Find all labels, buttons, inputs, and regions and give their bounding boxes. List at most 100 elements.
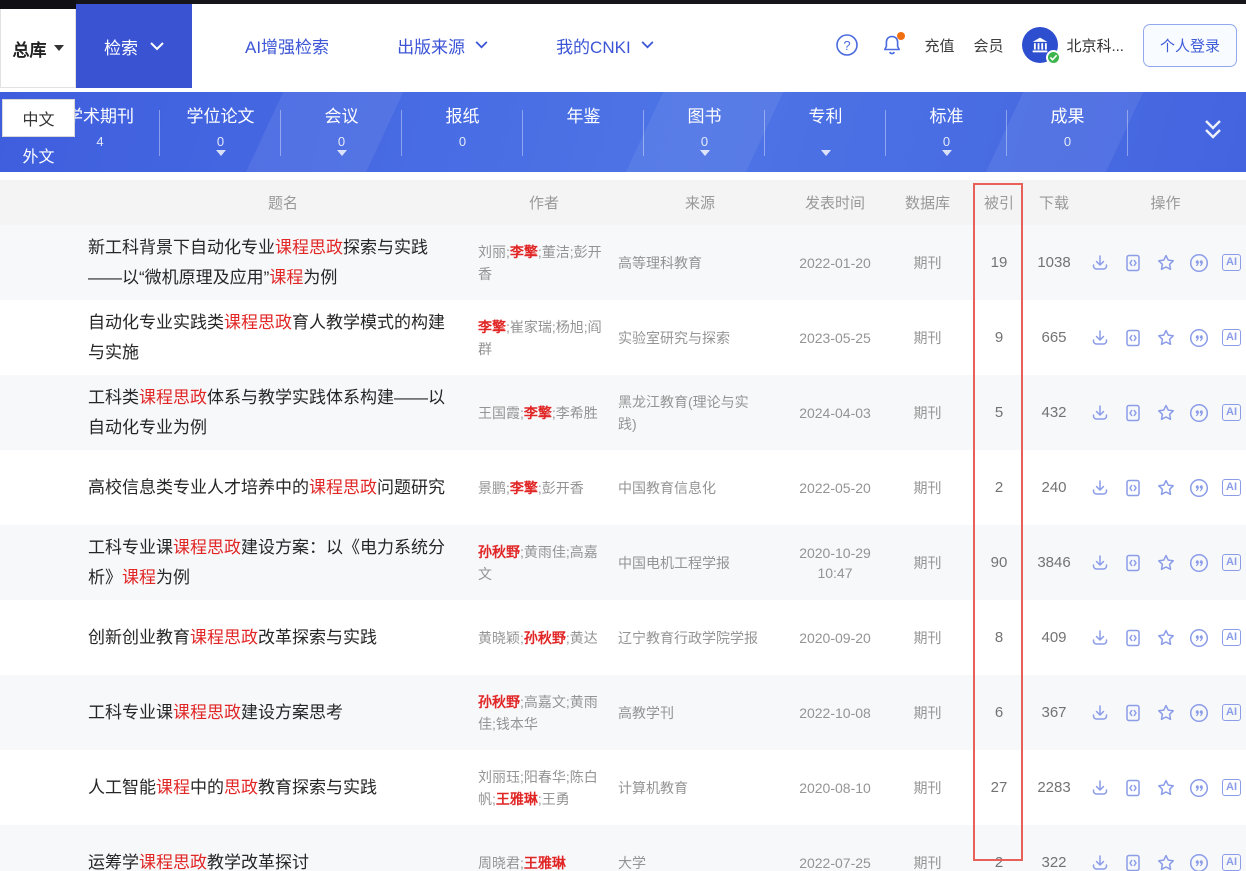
result-source[interactable]: 实验室研究与探索	[610, 327, 790, 349]
download-icon[interactable]	[1090, 478, 1110, 498]
header-cited[interactable]: 被引	[975, 192, 1023, 213]
result-cited-count[interactable]: 90	[975, 554, 1023, 571]
result-title-link[interactable]: 工科专业课课程思政建设方案思考	[88, 698, 478, 728]
db-tab-成果[interactable]: 成果 0	[1007, 92, 1128, 172]
lang-tab-foreign[interactable]: 外文	[2, 137, 75, 172]
header-pub-date[interactable]: 发表时间	[790, 192, 880, 213]
institution-avatar[interactable]	[1022, 27, 1062, 65]
result-authors[interactable]: 李擎;崔家瑞;杨旭;阎群	[478, 316, 610, 360]
result-title-link[interactable]: 高校信息类专业人才培养中的课程思政问题研究	[88, 473, 478, 503]
favorite-star-icon[interactable]	[1156, 853, 1176, 871]
db-tab-学位论文[interactable]: 学位论文 0	[160, 92, 281, 172]
result-source[interactable]: 中国教育信息化	[610, 477, 790, 499]
nav-my-cnki[interactable]: 我的CNKI	[556, 33, 654, 58]
download-icon[interactable]	[1090, 553, 1110, 573]
ai-icon[interactable]: AI	[1222, 554, 1241, 571]
more-tabs-chevron-icon[interactable]	[1198, 116, 1228, 151]
result-cited-count[interactable]: 27	[975, 779, 1023, 796]
html-read-icon[interactable]	[1123, 628, 1143, 648]
result-source[interactable]: 计算机教育	[610, 777, 790, 799]
html-read-icon[interactable]	[1123, 403, 1143, 423]
result-authors[interactable]: 景鹏;李擎;彭开香	[478, 477, 610, 499]
db-tab-会议[interactable]: 会议 0	[281, 92, 402, 172]
html-read-icon[interactable]	[1123, 703, 1143, 723]
result-title-link[interactable]: 工科专业课课程思政建设方案：以《电力系统分析》课程为例	[88, 533, 478, 593]
result-source[interactable]: 高教学刊	[610, 702, 790, 724]
result-title-link[interactable]: 自动化专业实践类课程思政育人教学模式的构建与实施	[88, 308, 478, 368]
library-selector[interactable]: 总库	[0, 8, 76, 88]
ai-icon[interactable]: AI	[1222, 479, 1241, 496]
cite-quote-icon[interactable]	[1189, 253, 1209, 273]
cite-quote-icon[interactable]	[1189, 478, 1209, 498]
db-tab-专利[interactable]: 专利	[765, 92, 886, 172]
cite-quote-icon[interactable]	[1189, 853, 1209, 871]
db-tab-标准[interactable]: 标准 0	[886, 92, 1007, 172]
result-title-link[interactable]: 创新创业教育课程思政改革探索与实践	[88, 623, 478, 653]
html-read-icon[interactable]	[1123, 253, 1143, 273]
result-source[interactable]: 大学	[610, 852, 790, 871]
ai-icon[interactable]: AI	[1222, 704, 1241, 721]
download-icon[interactable]	[1090, 328, 1110, 348]
header-author[interactable]: 作者	[478, 192, 610, 213]
member-link[interactable]: 会员	[973, 35, 1003, 56]
help-icon[interactable]: ?	[834, 32, 860, 58]
tab-search[interactable]: 检索	[76, 4, 192, 88]
result-cited-count[interactable]: 8	[975, 629, 1023, 646]
favorite-star-icon[interactable]	[1156, 778, 1176, 798]
result-source[interactable]: 中国电机工程学报	[610, 552, 790, 574]
result-authors[interactable]: 孙秋野;黄雨佳;高嘉文	[478, 541, 610, 585]
result-source[interactable]: 黑龙江教育(理论与实践)	[610, 391, 790, 435]
download-icon[interactable]	[1090, 703, 1110, 723]
cite-quote-icon[interactable]	[1189, 703, 1209, 723]
header-source[interactable]: 来源	[610, 192, 790, 213]
header-title[interactable]: 题名	[88, 192, 478, 213]
cite-quote-icon[interactable]	[1189, 553, 1209, 573]
result-cited-count[interactable]: 6	[975, 704, 1023, 721]
ai-icon[interactable]: AI	[1222, 779, 1241, 796]
result-authors[interactable]: 王国霞;李擎;李希胜	[478, 402, 610, 424]
ai-icon[interactable]: AI	[1222, 854, 1241, 871]
notification-bell-icon[interactable]	[879, 32, 906, 58]
result-authors[interactable]: 黄晓颖;孙秋野;黄达	[478, 627, 610, 649]
html-read-icon[interactable]	[1123, 478, 1143, 498]
result-authors[interactable]: 周晓君;王雅琳	[478, 852, 610, 871]
download-icon[interactable]	[1090, 778, 1110, 798]
html-read-icon[interactable]	[1123, 853, 1143, 871]
ai-icon[interactable]: AI	[1222, 404, 1241, 421]
html-read-icon[interactable]	[1123, 778, 1143, 798]
result-cited-count[interactable]: 19	[975, 254, 1023, 271]
result-cited-count[interactable]: 9	[975, 329, 1023, 346]
db-tab-图书[interactable]: 图书 0	[644, 92, 765, 172]
favorite-star-icon[interactable]	[1156, 553, 1176, 573]
result-cited-count[interactable]: 2	[975, 854, 1023, 871]
favorite-star-icon[interactable]	[1156, 703, 1176, 723]
result-title-link[interactable]: 运筹学课程思政教学改革探讨	[88, 848, 478, 871]
download-icon[interactable]	[1090, 853, 1110, 871]
org-name[interactable]: 北京科...	[1066, 35, 1124, 56]
nav-pub-source[interactable]: 出版来源	[397, 33, 488, 58]
lang-tab-chinese[interactable]: 中文	[2, 99, 75, 137]
header-database[interactable]: 数据库	[880, 192, 975, 213]
favorite-star-icon[interactable]	[1156, 478, 1176, 498]
cite-quote-icon[interactable]	[1189, 328, 1209, 348]
favorite-star-icon[interactable]	[1156, 628, 1176, 648]
header-downloads[interactable]: 下载	[1023, 192, 1085, 213]
cite-quote-icon[interactable]	[1189, 628, 1209, 648]
result-cited-count[interactable]: 5	[975, 404, 1023, 421]
result-title-link[interactable]: 工科类课程思政体系与教学实践体系构建——以自动化专业为例	[88, 383, 478, 443]
html-read-icon[interactable]	[1123, 328, 1143, 348]
recharge-link[interactable]: 充值	[924, 35, 954, 56]
cite-quote-icon[interactable]	[1189, 778, 1209, 798]
cite-quote-icon[interactable]	[1189, 403, 1209, 423]
ai-icon[interactable]: AI	[1222, 254, 1241, 271]
result-authors[interactable]: 刘丽珏;阳春华;陈白帆;王雅琳;王勇	[478, 766, 610, 810]
html-read-icon[interactable]	[1123, 553, 1143, 573]
result-authors[interactable]: 孙秋野;高嘉文;黄雨佳;钱本华	[478, 691, 610, 735]
favorite-star-icon[interactable]	[1156, 403, 1176, 423]
result-cited-count[interactable]: 2	[975, 479, 1023, 496]
ai-icon[interactable]: AI	[1222, 629, 1241, 646]
db-tab-年鉴[interactable]: 年鉴	[523, 92, 644, 172]
result-source[interactable]: 高等理科教育	[610, 252, 790, 274]
result-title-link[interactable]: 人工智能课程中的思政教育探索与实践	[88, 773, 478, 803]
personal-login-button[interactable]: 个人登录	[1142, 23, 1237, 67]
